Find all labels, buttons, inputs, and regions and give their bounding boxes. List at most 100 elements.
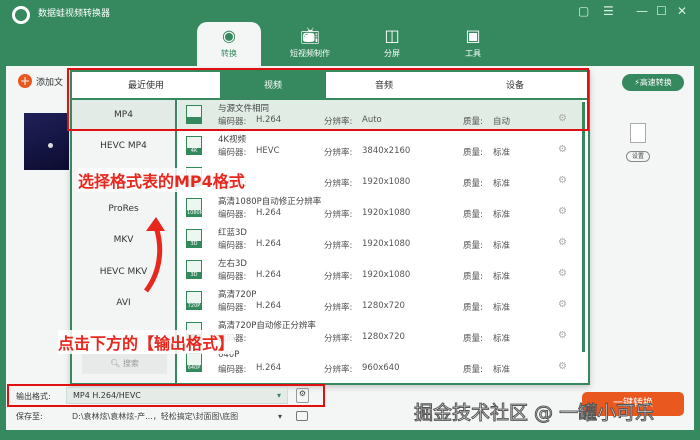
- minimize-icon[interactable]: —: [636, 4, 648, 18]
- preset-row[interactable]: 640P 640P 编码器: H.264 分辨率: 960x640 质量: 标准…: [178, 348, 582, 379]
- nav-label: 工具: [465, 49, 481, 58]
- resolution-value: 1920x1080: [362, 239, 411, 249]
- preset-row[interactable]: 4K 4K视频 编码器: HEVC 分辨率: 3840x2160 质量: 标准 …: [178, 131, 582, 162]
- tv-icon: 📺︎: [299, 26, 321, 45]
- gear-icon[interactable]: ⚙: [558, 330, 567, 341]
- preset-badge: 4K: [187, 148, 201, 154]
- gear-icon[interactable]: ⚙: [558, 268, 567, 279]
- video-preset-icon: 4K: [186, 136, 202, 155]
- save-to-label: 保存至:: [16, 412, 43, 421]
- resolution-label: 分辨率:: [324, 241, 353, 251]
- quality-label: 质量:: [463, 179, 483, 189]
- add-file-button[interactable]: + 添加文: [18, 74, 63, 88]
- encoder-label: 编码器:: [218, 210, 247, 220]
- quality-label: 质量:: [463, 241, 483, 251]
- fast-convert-button[interactable]: ⚡高速转换: [622, 74, 684, 91]
- gear-icon[interactable]: ⚙: [558, 175, 567, 186]
- resolution-label: 分辨率:: [324, 179, 353, 189]
- search-box[interactable]: 🔍︎ 搜索: [82, 354, 167, 374]
- split-screen-icon: ◫: [384, 26, 400, 45]
- nav-tab-short-video[interactable]: 📺︎ 短视频制作: [278, 22, 342, 66]
- quality-value: 标准: [493, 303, 511, 313]
- resolution-label: 分辨率:: [324, 272, 353, 282]
- nav-tab-tools[interactable]: ▣ 工具: [441, 22, 505, 66]
- preset-row[interactable]: 3D 红蓝3D 编码器: H.264 分辨率: 1920x1080 质量: 标准…: [178, 224, 582, 255]
- convert-icon: ◉: [222, 26, 236, 45]
- gear-icon[interactable]: ⚙: [558, 361, 567, 372]
- preset-row[interactable]: 高清720P自动修正分辨率 编码器: 分辨率: 1280x720 质量: 标准 …: [178, 317, 582, 348]
- encoder-value: H.264: [256, 270, 282, 280]
- menu-icon[interactable]: ☰: [603, 4, 614, 18]
- preset-badge: 1080P: [187, 210, 203, 216]
- quality-value: 标准: [493, 148, 511, 158]
- save-path-value: D:\袁林炫\袁林炫-产...，轻松搞定\封面图\底图: [72, 412, 239, 421]
- nav-label: 分屏: [384, 49, 400, 58]
- maximize-icon[interactable]: ☐: [656, 4, 667, 18]
- format-icon[interactable]: [630, 123, 646, 143]
- folder-icon[interactable]: [296, 411, 308, 421]
- preset-name: 高清720P: [218, 290, 257, 300]
- resolution-value: 960x640: [362, 363, 400, 373]
- preset-name: 左右3D: [218, 259, 247, 269]
- quality-value: 标准: [493, 334, 511, 344]
- video-preset-icon: 720P: [186, 291, 202, 310]
- video-preset-icon: 3D: [186, 229, 202, 248]
- preset-name: 4K视频: [218, 135, 246, 145]
- encoder-value: H.264: [256, 301, 282, 311]
- preset-badge: 720P: [187, 303, 201, 309]
- nav-tab-split-screen[interactable]: ◫ 分屏: [360, 22, 424, 66]
- encoder-value: HEVC: [256, 146, 280, 156]
- quality-label: 质量:: [463, 365, 483, 375]
- scrollbar[interactable]: [582, 102, 585, 352]
- preset-row[interactable]: 720P 高清720P 编码器: H.264 分辨率: 1280x720 质量:…: [178, 286, 582, 317]
- nav-label: 转换: [221, 49, 237, 58]
- preset-name: 高清1080P自动修正分辨率: [218, 197, 322, 207]
- close-icon[interactable]: ✕: [677, 4, 687, 18]
- video-preset-icon: 640P: [186, 353, 202, 372]
- arrow-icon: [143, 217, 165, 293]
- video-thumbnail[interactable]: [24, 113, 69, 170]
- quality-label: 质量:: [463, 303, 483, 313]
- encoder-value: H.264: [256, 363, 282, 373]
- gear-icon[interactable]: ⚙: [558, 299, 567, 310]
- search-placeholder: 搜索: [122, 359, 139, 368]
- chevron-down-icon: ▾: [277, 412, 282, 421]
- video-preset-icon: 1080P: [186, 198, 203, 217]
- encoder-value: H.264: [256, 208, 282, 218]
- annotation-select-mp4: 选择格式表的MP4格式: [78, 168, 245, 192]
- encoder-label: 编码器:: [218, 241, 247, 251]
- format-category-item[interactable]: HEVC MP4: [72, 131, 175, 162]
- nav-tab-convert[interactable]: ◉ 转换: [197, 22, 261, 66]
- resolution-label: 分辨率:: [324, 334, 353, 344]
- add-file-label: 添加文: [36, 78, 64, 88]
- preset-badge: 3D: [187, 241, 201, 247]
- gear-icon[interactable]: ⚙: [558, 206, 567, 217]
- preset-name: 红蓝3D: [218, 228, 247, 238]
- app-logo: [12, 6, 30, 24]
- resolution-value: 1280x720: [362, 332, 405, 342]
- gear-icon[interactable]: ⚙: [558, 237, 567, 248]
- quality-label: 质量:: [463, 148, 483, 158]
- annotation-click-output: 点击下方的【输出格式】: [58, 330, 235, 354]
- highlight-box-output: [7, 384, 325, 407]
- quality-label: 质量:: [463, 272, 483, 282]
- video-preset-icon: 3D: [186, 260, 202, 279]
- resolution-label: 分辨率:: [324, 365, 353, 375]
- encoder-label: 编码器:: [218, 272, 247, 282]
- quality-value: 标准: [493, 179, 511, 189]
- gear-icon[interactable]: ⚙: [558, 144, 567, 155]
- encoder-label: 编码器:: [218, 303, 247, 313]
- search-icon: 🔍︎: [110, 359, 123, 368]
- toolbox-icon: ▣: [465, 26, 481, 45]
- preset-badge: 3D: [187, 272, 201, 278]
- quality-value: 标准: [493, 210, 511, 220]
- quality-label: 质量:: [463, 210, 483, 220]
- resolution-label: 分辨率:: [324, 210, 353, 220]
- preset-row[interactable]: 1080P 高清1080P自动修正分辨率 编码器: H.264 分辨率: 192…: [178, 193, 582, 224]
- nav-label: 短视频制作: [290, 49, 330, 58]
- preset-row[interactable]: 3D 左右3D 编码器: H.264 分辨率: 1920x1080 质量: 标准…: [178, 255, 582, 286]
- feedback-icon[interactable]: ▢: [578, 4, 589, 18]
- save-path-field[interactable]: D:\袁林炫\袁林炫-产...，轻松搞定\封面图\底图 ▾: [66, 408, 288, 425]
- resolution-value: 1920x1080: [362, 177, 411, 187]
- settings-button[interactable]: 设置: [626, 151, 650, 162]
